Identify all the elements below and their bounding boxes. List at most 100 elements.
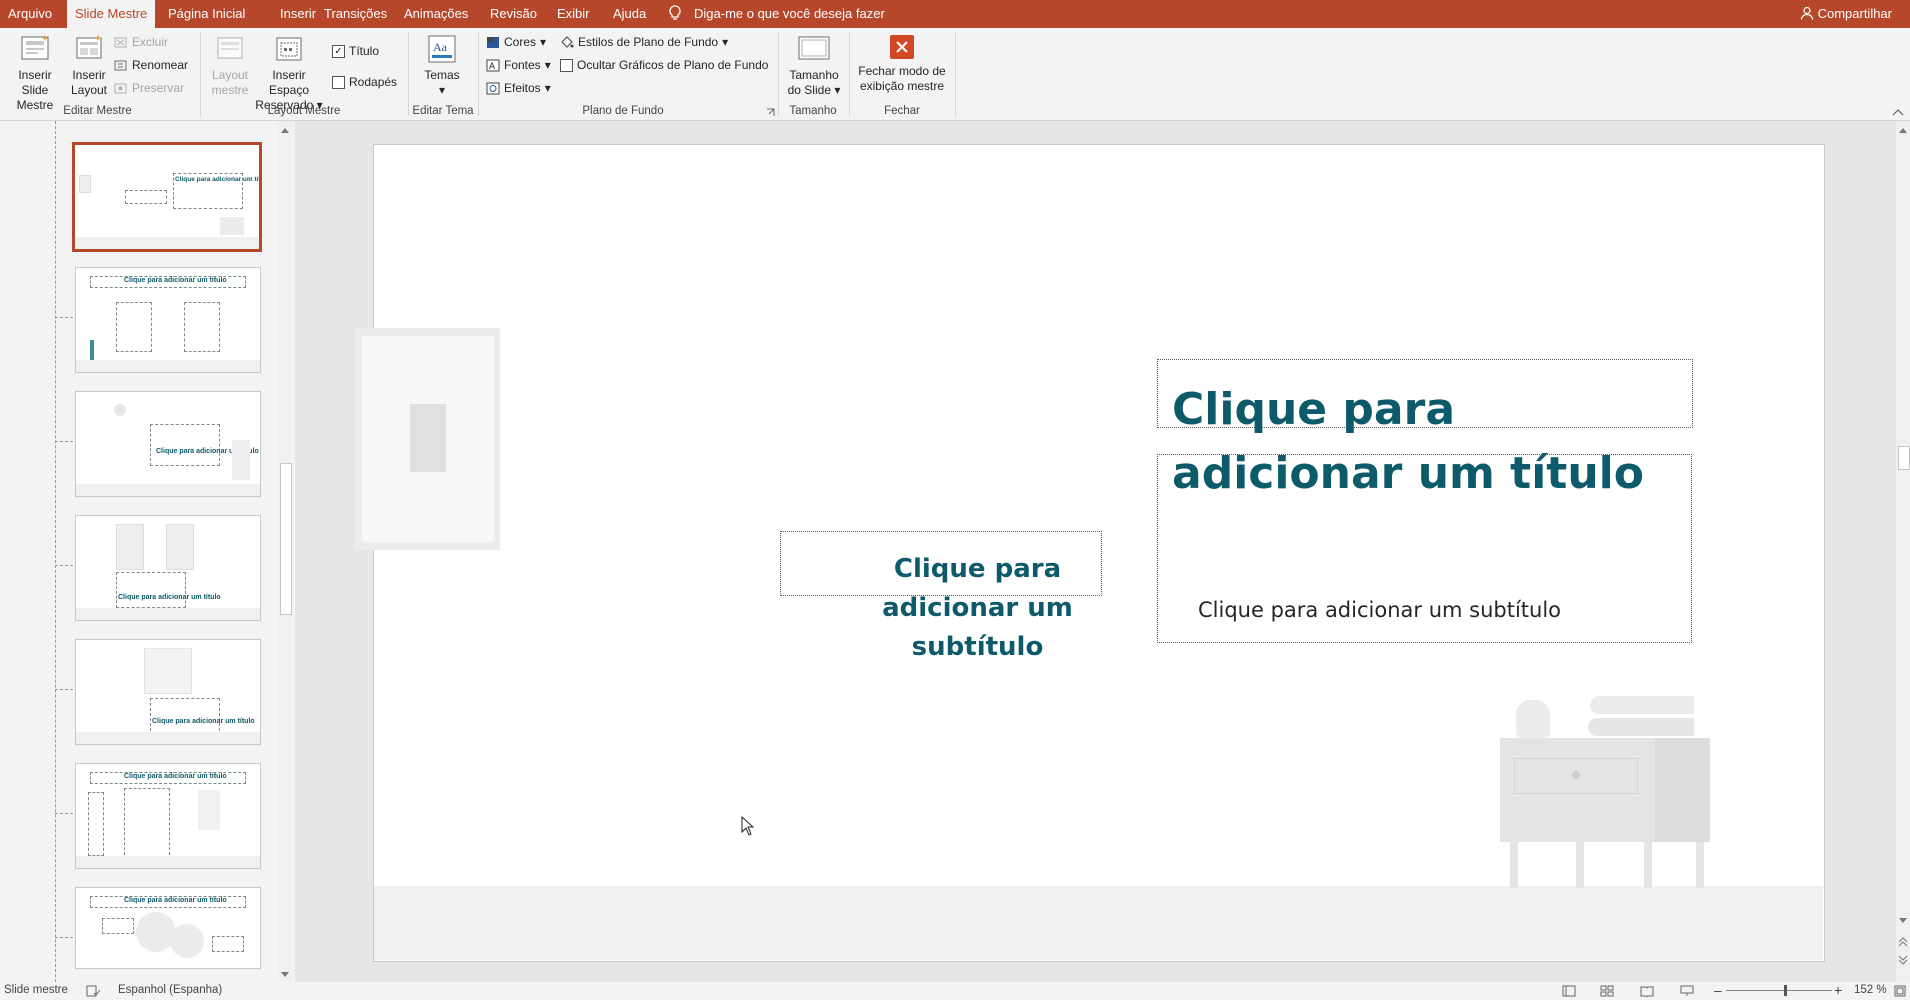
renomear-button[interactable]: Renomear (114, 58, 188, 72)
slide-master-icon (21, 35, 49, 60)
collapse-ribbon-icon[interactable] (1892, 108, 1904, 116)
excluir-label: Excluir (132, 35, 169, 49)
group-separator (200, 32, 201, 116)
slide-sorter-icon[interactable] (1600, 985, 1614, 997)
zoom-out-icon[interactable]: – (1714, 982, 1722, 998)
scroll-thumb[interactable] (280, 463, 292, 615)
efeitos-button[interactable]: Efeitos ▾ (486, 81, 551, 95)
efeitos-label: Efeitos (504, 81, 541, 95)
thumbnail-scrollbar[interactable] (278, 121, 292, 982)
thumbnail-panel: Clique para adicionar um título Clique p… (0, 121, 295, 982)
zoom-slider[interactable] (1726, 990, 1832, 991)
zoom-level[interactable]: 152 % (1854, 984, 1887, 996)
fontes-button[interactable]: A Fontes ▾ (486, 58, 551, 72)
rodapes-checkbox[interactable]: Rodapés (332, 75, 397, 89)
thumb-title: Clique para adicionar um título (152, 718, 255, 725)
fit-to-window-icon[interactable] (1894, 985, 1906, 997)
tell-me-search[interactable]: Diga-me o que você deseja fazer (668, 0, 885, 28)
inserir-espaco-reservado-button[interactable]: Inserir Espaço Reservado ▾ (252, 34, 326, 113)
thumbnail-layout-1[interactable]: Clique para adicionar um título (72, 142, 262, 252)
thumb-circle (114, 404, 126, 416)
tamanho-slide-button[interactable]: Tamanho do Slide ▾ (784, 34, 844, 98)
inserir-slide-mestre-button[interactable]: Inserir Slide Mestre (4, 34, 66, 113)
slide-scrollbar[interactable] (1896, 121, 1910, 982)
excluir-button[interactable]: Excluir (114, 35, 168, 49)
scroll-down-icon[interactable] (281, 972, 289, 978)
spellcheck-icon[interactable] (86, 985, 100, 997)
lightbulb-icon (669, 5, 681, 20)
renomear-label: Renomear (132, 58, 189, 72)
thumbnail-layout-2[interactable]: Clique para adicionar um título (75, 267, 261, 373)
scroll-down-icon[interactable] (1899, 918, 1907, 924)
group-layout-mestre-label: Layout Mestre (267, 105, 341, 117)
delete-slide-icon (114, 37, 127, 47)
thumb-plant (90, 340, 94, 362)
status-language[interactable]: Espanhol (Espanha) (118, 984, 222, 996)
scroll-thumb[interactable] (1898, 446, 1910, 470)
menu-animacoes[interactable]: Animações (396, 0, 476, 28)
slide-floor-graphic (374, 886, 1823, 960)
scroll-up-icon[interactable] (281, 127, 289, 133)
slideshow-icon[interactable] (1680, 985, 1694, 997)
menu-slide-mestre[interactable]: Slide Mestre (67, 0, 156, 28)
cores-button[interactable]: Cores ▾ (486, 35, 546, 49)
thumbnail-layout-6[interactable]: Clique para adicionar um título (75, 763, 261, 869)
menu-revisao[interactable]: Revisão (482, 0, 545, 28)
thumb-window (166, 524, 194, 570)
menu-exibir[interactable]: Exibir (549, 0, 598, 28)
layout-icon (76, 35, 102, 59)
rodapes-label: Rodapés (349, 75, 398, 89)
thumb-floor (76, 856, 260, 868)
normal-view-icon[interactable] (1562, 985, 1576, 997)
ocultar-graficos-checkbox[interactable]: Ocultar Gráficos de Plano de Fundo (560, 58, 768, 72)
next-slide-icon[interactable] (1899, 955, 1907, 965)
preservar-button[interactable]: Preservar (114, 81, 184, 95)
share-button[interactable]: Compartilhar (1800, 0, 1892, 28)
fechar-modo-mestre-button[interactable]: Fechar modo de exibição mestre (856, 34, 948, 94)
thumb-window (144, 648, 192, 694)
thumb-title: Clique para adicionar um título (124, 277, 227, 284)
thumb-floor (76, 484, 260, 496)
reading-view-icon[interactable] (1640, 985, 1654, 997)
thumb-furniture (220, 217, 244, 235)
paint-bucket-icon (561, 35, 574, 48)
picture-frame-image (410, 404, 446, 472)
menu-bar: Arquivo Slide Mestre Página Inicial Inse… (0, 0, 1910, 28)
zoom-in-icon[interactable]: + (1834, 982, 1842, 998)
effects-icon (486, 82, 500, 94)
hierarchy-connector (55, 689, 73, 690)
vase-graphic (1516, 700, 1550, 738)
menu-transicoes[interactable]: Transições (316, 0, 395, 28)
estilos-plano-fundo-button[interactable]: Estilos de Plano de Fundo ▾ (560, 35, 728, 49)
group-fechar-label: Fechar (884, 105, 920, 117)
zoom-slider-thumb[interactable] (1784, 985, 1787, 996)
dropdown-arrow-icon: ▾ (544, 81, 551, 95)
menu-arquivo[interactable]: Arquivo (0, 0, 60, 28)
thumb-frame (79, 175, 91, 193)
previous-slide-icon[interactable] (1899, 937, 1907, 947)
books-graphic (1588, 718, 1694, 736)
thumbnail-layout-7[interactable]: Clique para adicionar um título (75, 887, 261, 969)
thumb-circle (170, 924, 204, 958)
mouse-cursor-icon (741, 816, 755, 836)
thumbnail-layout-5[interactable]: Clique para adicionar um título (75, 639, 261, 745)
thumbnail-layout-3[interactable]: Clique para adicionar um título (75, 391, 261, 497)
dialog-launcher-icon[interactable] (766, 108, 775, 117)
hierarchy-line (55, 121, 56, 982)
group-separator (849, 32, 850, 116)
temas-button[interactable]: Aa Temas ▾ (418, 34, 466, 98)
thumbnail-layout-4[interactable]: Clique para adicionar um título (75, 515, 261, 621)
menu-pagina-inicial[interactable]: Página Inicial (160, 0, 253, 28)
thumb-list-box (88, 792, 104, 856)
thumb-content-box (102, 918, 134, 934)
thumb-content-box (212, 936, 244, 952)
thumb-title-box (116, 572, 186, 608)
menu-ajuda[interactable]: Ajuda (605, 0, 654, 28)
titulo-checkbox[interactable]: ✓ Título (332, 44, 379, 58)
thumb-content-box (116, 302, 152, 352)
scroll-up-icon[interactable] (1899, 127, 1907, 133)
layout-mestre-button[interactable]: Layout mestre (208, 34, 252, 98)
placeholder-icon (276, 37, 302, 61)
inserir-layout-button[interactable]: Inserir Layout (68, 34, 110, 98)
estilos-label: Estilos de Plano de Fundo (578, 35, 719, 49)
